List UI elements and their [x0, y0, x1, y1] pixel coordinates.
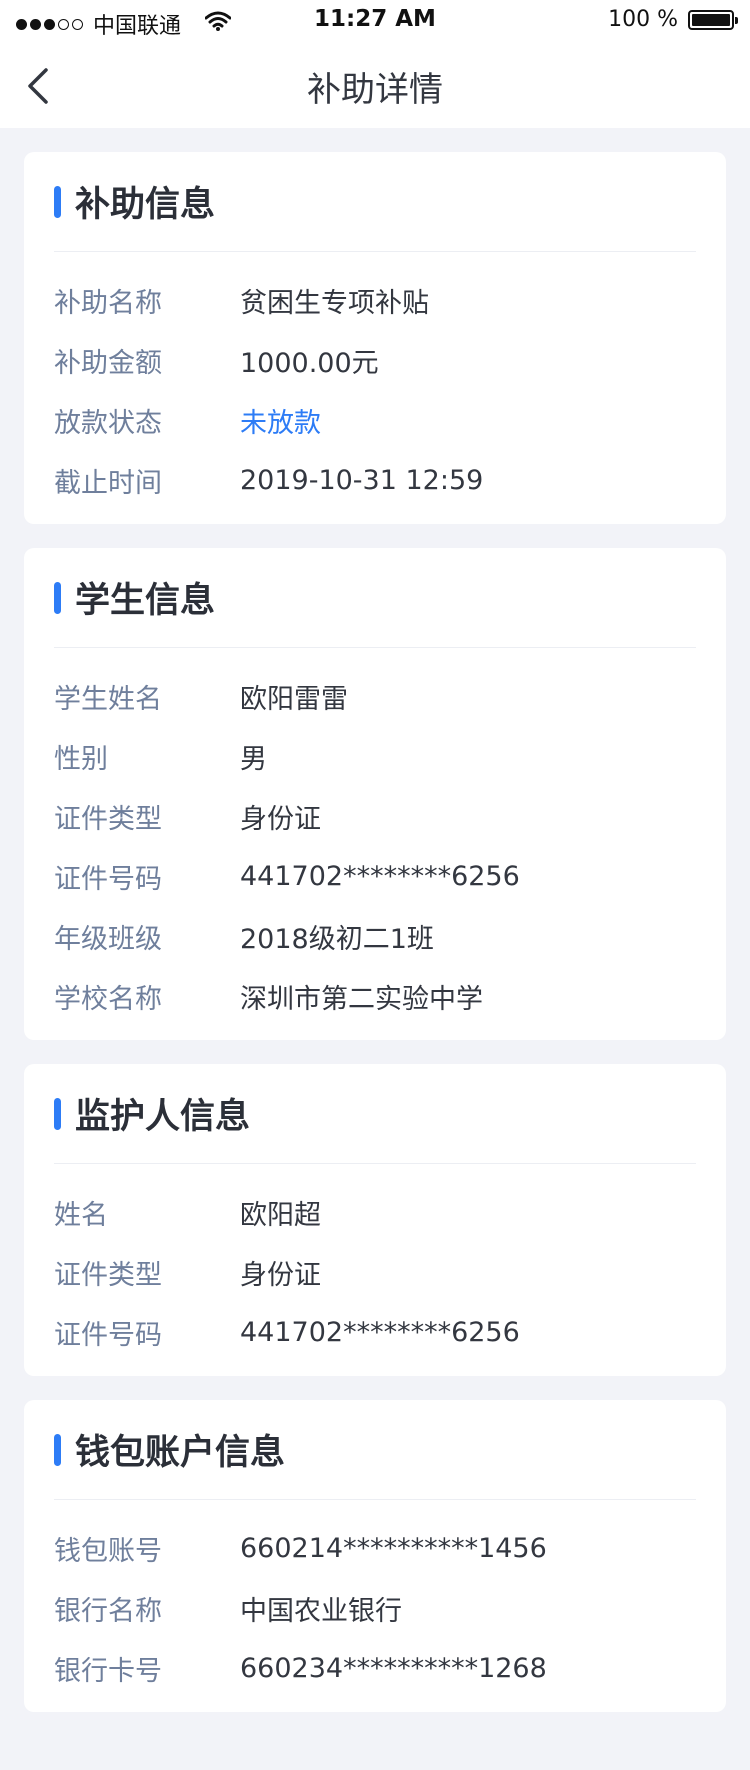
info-list: 学生姓名 欧阳雷雷 性别 男 证件类型 身份证 证件号码 441702*****… — [54, 648, 696, 1040]
battery-icon — [688, 9, 738, 30]
section-marker — [54, 581, 61, 614]
info-row-payout-status: 放款状态 未放款 — [54, 390, 696, 450]
row-value: 欧阳超 — [240, 1199, 321, 1231]
info-row-gender: 性别 男 — [54, 726, 696, 786]
row-label: 截止时间 — [54, 467, 162, 499]
info-list: 钱包账号 660214**********1456 银行名称 中国农业银行 银行… — [54, 1500, 696, 1712]
section-title: 监护人信息 — [75, 1097, 251, 1137]
row-value: 2018级初二1班 — [240, 923, 434, 955]
info-row-subsidy-amount: 补助金额 1000.00元 — [54, 330, 696, 390]
info-row-bank-card: 银行卡号 660234**********1268 — [54, 1638, 696, 1698]
row-label: 放款状态 — [54, 407, 162, 439]
row-label: 性别 — [54, 743, 108, 775]
row-value: 身份证 — [240, 1259, 321, 1291]
row-value: 身份证 — [240, 803, 321, 835]
info-row-student-name: 学生姓名 欧阳雷雷 — [54, 666, 696, 726]
row-value: 660214**********1456 — [240, 1532, 547, 1564]
row-value: 贫困生专项补贴 — [240, 287, 429, 319]
row-label: 证件类型 — [54, 1259, 162, 1291]
info-row-school-name: 学校名称 深圳市第二实验中学 — [54, 966, 696, 1026]
row-value: 欧阳雷雷 — [240, 683, 348, 715]
section-marker — [54, 185, 61, 218]
row-label: 银行名称 — [54, 1595, 162, 1627]
subsidy-info-card: 补助信息 补助名称 贫困生专项补贴 补助金额 1000.00元 放款状态 未放款… — [24, 152, 726, 524]
row-value: 660234**********1268 — [240, 1652, 547, 1684]
card-header: 监护人信息 — [54, 1064, 696, 1164]
status-right: 100 % — [608, 7, 738, 32]
page-title: 补助详情 — [307, 70, 443, 110]
status-value: 未放款 — [240, 407, 321, 439]
info-row-guardian-name: 姓名 欧阳超 — [54, 1182, 696, 1242]
card-header: 补助信息 — [54, 152, 696, 252]
row-label: 姓名 — [54, 1199, 108, 1231]
status-bar: 中国联通 11:27 AM 100 % — [0, 0, 750, 42]
guardian-info-card: 监护人信息 姓名 欧阳超 证件类型 身份证 证件号码 441702*******… — [24, 1064, 726, 1376]
section-marker — [54, 1433, 61, 1466]
row-label: 证件号码 — [54, 1319, 162, 1351]
info-row-wallet-account: 钱包账号 660214**********1456 — [54, 1518, 696, 1578]
row-label: 补助金额 — [54, 347, 162, 379]
row-label: 银行卡号 — [54, 1655, 162, 1687]
section-title: 补助信息 — [75, 185, 216, 225]
info-row-grade-class: 年级班级 2018级初二1班 — [54, 906, 696, 966]
page-content: 补助信息 补助名称 贫困生专项补贴 补助金额 1000.00元 放款状态 未放款… — [0, 128, 750, 1712]
info-list: 姓名 欧阳超 证件类型 身份证 证件号码 441702********6256 — [54, 1164, 696, 1376]
section-title: 钱包账户信息 — [75, 1433, 286, 1473]
info-row-id-type: 证件类型 身份证 — [54, 786, 696, 846]
info-row-deadline: 截止时间 2019-10-31 12:59 — [54, 450, 696, 510]
row-label: 年级班级 — [54, 923, 162, 955]
info-row-id-number: 证件号码 441702********6256 — [54, 1302, 696, 1362]
card-header: 钱包账户信息 — [54, 1400, 696, 1500]
battery-text: 100 % — [608, 7, 678, 32]
info-row-id-number: 证件号码 441702********6256 — [54, 846, 696, 906]
row-label: 证件号码 — [54, 863, 162, 895]
info-list: 补助名称 贫困生专项补贴 补助金额 1000.00元 放款状态 未放款 截止时间… — [54, 252, 696, 524]
row-value: 441702********6256 — [240, 1316, 520, 1348]
row-label: 学校名称 — [54, 983, 162, 1015]
nav-bar: 补助详情 — [0, 42, 750, 128]
info-row-id-type: 证件类型 身份证 — [54, 1242, 696, 1302]
section-title: 学生信息 — [75, 581, 216, 621]
info-row-bank-name: 银行名称 中国农业银行 — [54, 1578, 696, 1638]
row-value: 2019-10-31 12:59 — [240, 464, 484, 496]
card-header: 学生信息 — [54, 548, 696, 648]
info-row-subsidy-name: 补助名称 贫困生专项补贴 — [54, 270, 696, 330]
row-value: 男 — [240, 743, 267, 775]
row-value: 深圳市第二实验中学 — [240, 983, 483, 1015]
row-value: 中国农业银行 — [240, 1595, 402, 1627]
row-label: 补助名称 — [54, 287, 162, 319]
row-value: 441702********6256 — [240, 860, 520, 892]
row-label: 钱包账号 — [54, 1535, 162, 1567]
student-info-card: 学生信息 学生姓名 欧阳雷雷 性别 男 证件类型 身份证 证件号码 441702… — [24, 548, 726, 1040]
row-value: 1000.00元 — [240, 347, 379, 379]
section-marker — [54, 1097, 61, 1130]
wallet-info-card: 钱包账户信息 钱包账号 660214**********1456 银行名称 中国… — [24, 1400, 726, 1712]
row-label: 证件类型 — [54, 803, 162, 835]
row-label: 学生姓名 — [54, 683, 162, 715]
